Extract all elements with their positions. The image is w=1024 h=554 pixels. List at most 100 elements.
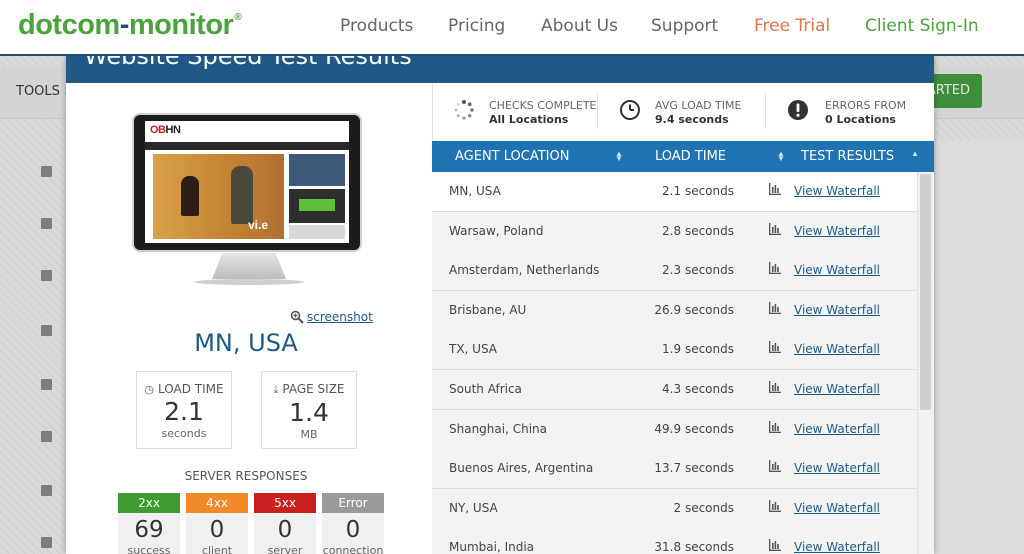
row-location: Amsterdam, Netherlands xyxy=(449,263,600,278)
errors-from: ERRORS FROM 0 Locations xyxy=(825,99,906,126)
table-row[interactable]: Mumbai, India 31.8 seconds View Waterfall xyxy=(432,528,917,554)
site-side-ad xyxy=(289,225,345,239)
table-row[interactable]: Brisbane, AU 26.9 seconds View Waterfall xyxy=(432,290,917,331)
column-test-results[interactable]: TEST RESULTS xyxy=(801,141,894,172)
row-location: South Africa xyxy=(449,382,522,396)
screenshot-link[interactable]: screenshot xyxy=(307,310,373,324)
response-5xx-count: 0 xyxy=(277,517,293,543)
view-waterfall-link[interactable]: View Waterfall xyxy=(794,224,880,238)
view-waterfall-link[interactable]: View Waterfall xyxy=(794,540,880,554)
results-table-header: AGENT LOCATION ▲ ▼ LOAD TIME ▲ ▼ TEST RESU… xyxy=(432,141,934,172)
scrollbar-thumb[interactable] xyxy=(920,174,931,410)
view-waterfall-link[interactable]: View Waterfall xyxy=(794,382,880,396)
side-item-icon[interactable] xyxy=(41,166,52,177)
bar-chart-icon[interactable] xyxy=(769,420,781,433)
row-location: Warsaw, Poland xyxy=(449,223,544,238)
ad-banner xyxy=(299,199,335,211)
table-row[interactable]: Amsterdam, Netherlands 2.3 seconds View Wa… xyxy=(432,251,917,292)
response-2xx: 2xx 69 success xyxy=(118,493,180,554)
nav-support[interactable]: Support xyxy=(651,16,718,36)
row-location: Brisbane, AU xyxy=(449,302,527,317)
hero-person xyxy=(231,166,253,224)
side-item-icon[interactable] xyxy=(41,379,52,390)
table-row[interactable]: Warsaw, Poland 2.8 seconds View Waterfall xyxy=(432,211,917,252)
view-waterfall-link[interactable]: View Waterfall xyxy=(794,303,880,317)
site-side-ad xyxy=(289,154,345,186)
side-item-icon[interactable] xyxy=(41,270,52,281)
table-row[interactable]: Buenos Aires, Argentina 13.7 seconds View … xyxy=(432,449,917,490)
sort-asc-icon[interactable]: ▲ xyxy=(911,150,919,162)
summary-divider xyxy=(597,93,598,129)
errors-from-value: 0 Locations xyxy=(825,113,896,126)
view-waterfall-link[interactable]: View Waterfall xyxy=(794,263,880,277)
response-2xx-label: success xyxy=(127,544,171,554)
column-agent-location[interactable]: AGENT LOCATION xyxy=(455,141,569,172)
side-item-icon[interactable] xyxy=(41,537,52,548)
row-load-time: 26.9 seconds xyxy=(654,302,734,317)
row-location: Shanghai, China xyxy=(449,421,547,436)
table-row[interactable]: South Africa 4.3 seconds View Waterfall xyxy=(432,370,917,410)
view-waterfall-link[interactable]: View Waterfall xyxy=(794,461,880,475)
bar-chart-icon[interactable] xyxy=(769,381,781,393)
table-row[interactable]: TX, USA 1.9 seconds View Waterfall xyxy=(432,330,917,371)
right-panel xyxy=(936,140,1024,554)
nav-pricing[interactable]: Pricing xyxy=(448,16,505,36)
row-location: Buenos Aires, Argentina xyxy=(449,461,594,476)
bar-chart-icon[interactable] xyxy=(769,262,781,275)
side-item-icon[interactable] xyxy=(41,325,52,336)
avg-load-time: AVG LOAD TIME 9.4 seconds xyxy=(655,99,741,126)
response-4xx: 4xx 0 client xyxy=(186,493,248,554)
sort-icon[interactable]: ▲ ▼ xyxy=(615,150,623,163)
bar-chart-icon[interactable] xyxy=(769,499,781,512)
top-navigation: dotcom-monitor® Products Pricing About U… xyxy=(0,0,1024,56)
response-error-code: Error xyxy=(322,493,384,513)
sort-icon[interactable]: ▲ ▼ xyxy=(777,150,785,163)
bar-chart-icon[interactable] xyxy=(769,539,781,552)
monitor-screenshot[interactable]: OBHN vi.e xyxy=(132,113,362,252)
nav-about-us[interactable]: About Us xyxy=(541,16,618,36)
side-item-icon[interactable] xyxy=(41,485,52,496)
bar-chart-icon[interactable] xyxy=(769,341,781,354)
load-time-unit: seconds xyxy=(161,427,207,440)
table-row[interactable]: NY, USA 2 seconds View Waterfall xyxy=(432,488,917,529)
nav-free-trial[interactable]: Free Trial xyxy=(754,16,830,36)
load-time-card: ◷ LOAD TIME 2.1 seconds xyxy=(136,371,232,449)
location-detail-panel: OBHN vi.e screenshot MN, USA ◷ LOAD TIME… xyxy=(66,83,432,554)
table-row[interactable]: MN, USA 2.1 seconds View Waterfall xyxy=(432,172,917,212)
modal-title: Website Speed Test Results xyxy=(84,56,412,70)
response-2xx-code: 2xx xyxy=(118,493,180,513)
load-time-label: LOAD TIME xyxy=(158,382,224,396)
row-load-time: 31.8 seconds xyxy=(654,540,734,554)
table-row[interactable]: Shanghai, China 49.9 seconds View Waterfal… xyxy=(432,409,917,450)
page-size-unit: MB xyxy=(300,428,318,441)
row-location: TX, USA xyxy=(449,342,498,357)
response-5xx-code: 5xx xyxy=(254,493,316,513)
avg-load-time-value: 9.4 seconds xyxy=(655,113,729,126)
bar-chart-icon[interactable] xyxy=(769,183,781,195)
view-waterfall-link[interactable]: View Waterfall xyxy=(794,342,880,356)
load-time-label-row: ◷ LOAD TIME xyxy=(137,382,231,396)
column-load-time[interactable]: LOAD TIME xyxy=(655,141,726,172)
response-2xx-count: 69 xyxy=(134,517,164,543)
zoom-icon[interactable] xyxy=(290,310,304,324)
dotcom-monitor-logo[interactable]: dotcom-monitor® xyxy=(18,9,242,43)
view-waterfall-link[interactable]: View Waterfall xyxy=(794,422,880,436)
nav-client-sign-in[interactable]: Client Sign-In xyxy=(865,16,979,36)
view-waterfall-link[interactable]: View Waterfall xyxy=(794,501,880,515)
alert-icon xyxy=(788,100,808,120)
row-load-time: 13.7 seconds xyxy=(654,461,734,476)
bar-chart-icon[interactable] xyxy=(769,460,781,473)
summary-divider xyxy=(765,93,766,129)
view-waterfall-link[interactable]: View Waterfall xyxy=(794,184,880,198)
nav-products[interactable]: Products xyxy=(340,16,413,36)
side-item-icon[interactable] xyxy=(41,218,52,229)
bar-chart-icon[interactable] xyxy=(769,222,781,235)
download-icon: ⤓ xyxy=(273,383,279,396)
row-load-time: 2.3 seconds xyxy=(662,263,734,278)
response-5xx: 5xx 0 server xyxy=(254,493,316,554)
row-location: MN, USA xyxy=(449,184,501,198)
bar-chart-icon[interactable] xyxy=(769,301,781,314)
hero-text: vi.e xyxy=(248,218,269,232)
monitor-base xyxy=(194,279,304,285)
side-item-icon[interactable] xyxy=(41,431,52,442)
